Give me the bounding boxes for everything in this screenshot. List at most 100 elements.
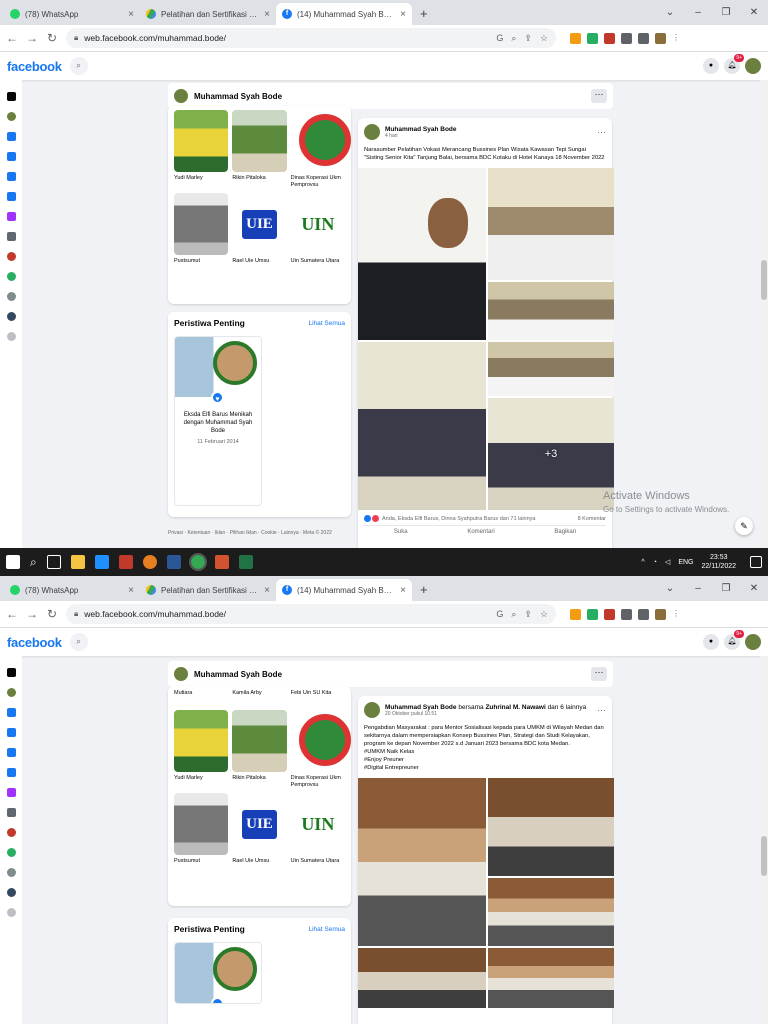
messenger-icon[interactable]: ●	[703, 634, 719, 650]
post-options-icon[interactable]: ···	[597, 705, 606, 715]
search-icon[interactable]: ⌕	[69, 633, 88, 651]
menu-grid-icon[interactable]	[6, 808, 16, 817]
lock-icon[interactable]: 🔒︎	[74, 33, 78, 43]
post-time[interactable]: 4 hari	[385, 133, 457, 139]
page-scrollbar[interactable]	[760, 80, 768, 548]
new-tab-button[interactable]: +	[412, 579, 436, 601]
profile-shortcut-icon[interactable]	[6, 688, 16, 697]
puzzle-icon[interactable]	[621, 608, 632, 620]
maximize-button[interactable]: ❐	[712, 583, 740, 594]
tab-search-button[interactable]: ⌄	[656, 583, 684, 594]
profile-avatar[interactable]	[174, 89, 188, 103]
watch-icon[interactable]	[6, 172, 16, 181]
friend-name[interactable]: Rael Uie Umsu	[232, 858, 286, 872]
back-icon[interactable]: ←	[6, 31, 18, 45]
minimize-button[interactable]: –	[684, 7, 712, 18]
chevron-up-icon[interactable]: ^	[641, 559, 644, 566]
forward-icon[interactable]: →	[26, 607, 38, 621]
post-photo[interactable]	[488, 282, 614, 340]
like-button[interactable]: Suka	[394, 529, 408, 535]
post-photo[interactable]	[358, 342, 486, 510]
tab-pelatihan[interactable]: Pelatihan dan Sertifikasi Pendam ×	[140, 579, 276, 601]
post-photo[interactable]	[488, 342, 614, 396]
watch-icon[interactable]	[6, 748, 16, 757]
close-tab-icon[interactable]: ×	[264, 585, 270, 596]
post-time[interactable]: 20 Oktober pukul 10.51	[385, 711, 586, 717]
extension-icon[interactable]	[570, 32, 581, 44]
friend-name[interactable]: Uin Sumatera Utara	[291, 258, 345, 272]
memories-icon[interactable]	[6, 768, 16, 777]
post-photo[interactable]	[358, 778, 486, 946]
search-icon[interactable]: ⌕	[30, 555, 37, 570]
post-photo[interactable]	[358, 168, 486, 340]
friend-name[interactable]: Pustsumut	[174, 258, 228, 272]
more-options-button[interactable]: ···	[591, 89, 607, 103]
friend-tile[interactable]: UIN Uin Sumatera Utara	[290, 193, 345, 272]
friend-photo[interactable]: UIN	[290, 793, 345, 855]
puzzle-icon[interactable]	[621, 32, 632, 44]
friend-photo[interactable]	[290, 710, 352, 772]
address-bar[interactable]: 🔒︎ web.facebook.com/muhammad.bode/ G ⌕ ⇪…	[66, 28, 556, 48]
author-avatar[interactable]	[364, 702, 380, 718]
home-icon[interactable]	[6, 92, 16, 101]
footer-links[interactable]: Privasi · Ketentuan · Iklan · Pilihan Ik…	[168, 530, 332, 536]
friend-name[interactable]: Kamila Arby	[232, 690, 286, 698]
saved-icon[interactable]	[6, 212, 16, 221]
friend-tile[interactable]: Yudi Marley	[174, 710, 229, 789]
facebook-logo[interactable]: facebook	[7, 635, 62, 650]
life-event-card[interactable]: ♥ Eksda Elfi Barus Menikah dengan Muhamm…	[174, 336, 262, 506]
group-icon[interactable]	[6, 848, 16, 857]
group-icon[interactable]	[6, 272, 16, 281]
lock-icon[interactable]: 🔒︎	[74, 609, 78, 619]
bookmark-star-icon[interactable]: ☆	[540, 33, 548, 44]
author-avatar[interactable]	[364, 124, 380, 140]
post-photo[interactable]	[358, 948, 486, 1008]
notifications-icon[interactable]: 🔔︎ 9+	[724, 54, 744, 74]
friends-icon[interactable]	[6, 132, 16, 141]
marketplace-icon[interactable]	[6, 728, 16, 737]
maximize-button[interactable]: ❐	[712, 7, 740, 18]
notification-center-icon[interactable]	[750, 556, 762, 568]
tagged-others[interactable]: dan 6 lainnya	[548, 704, 587, 711]
sidepanel-icon[interactable]	[638, 32, 649, 44]
friend-tile[interactable]: Dinas Koperasi Ukm Pemprovsu	[290, 110, 352, 189]
network-icon[interactable]: ◔	[653, 559, 657, 566]
chrome-icon[interactable]	[188, 553, 207, 571]
reload-icon[interactable]: ↻	[46, 607, 58, 621]
menu-grid-icon[interactable]	[6, 232, 16, 241]
friend-name[interactable]: Uin Sumatera Utara	[291, 858, 345, 872]
word-icon[interactable]	[166, 555, 181, 569]
friend-name[interactable]: Dinas Koperasi Ukm Pemprovsu	[291, 175, 345, 189]
google-lens-icon[interactable]: G	[496, 33, 503, 44]
friend-photo[interactable]	[174, 793, 229, 855]
saved-icon[interactable]	[6, 788, 16, 797]
friend-photo[interactable]	[174, 193, 229, 255]
hashtag[interactable]: #Enjoy Preuner	[364, 756, 606, 764]
home-icon[interactable]	[6, 668, 16, 677]
profile-name[interactable]: Muhammad Syah Bode	[194, 670, 282, 679]
post-photo-more[interactable]: +3	[488, 398, 614, 510]
friend-tile[interactable]: Dinas Koperasi Ukm Pemprovsu	[290, 710, 352, 789]
tab-facebook[interactable]: f (14) Muhammad Syah Bode | Fac ×	[276, 579, 412, 601]
url-text[interactable]: web.facebook.com/muhammad.bode/	[84, 609, 226, 619]
friend-name[interactable]: Yudi Marley	[174, 775, 228, 789]
tab-pelatihan[interactable]: Pelatihan dan Sertifikasi Pendam ×	[140, 3, 276, 25]
friend-photo[interactable]: UIE	[232, 793, 287, 855]
life-event-photo[interactable]	[175, 943, 261, 1003]
post-photo[interactable]	[488, 778, 614, 876]
comment-count[interactable]: 8 Komentar	[578, 516, 606, 522]
see-all-link[interactable]: Lihat Semua	[309, 320, 346, 327]
close-tab-icon[interactable]: ×	[400, 9, 406, 20]
app-icon[interactable]	[118, 555, 133, 569]
tab-whatsapp[interactable]: (78) WhatsApp ×	[4, 579, 140, 601]
volume-icon[interactable]: ◁	[665, 558, 670, 566]
close-window-button[interactable]: ✕	[740, 7, 768, 18]
friend-name[interactable]: Febi Uin SU Kita	[291, 690, 345, 698]
friend-photo[interactable]	[174, 110, 229, 172]
hashtag[interactable]: #Digital Entrepreuner	[364, 764, 606, 772]
more-photos-count[interactable]: +3	[545, 448, 558, 460]
bookmark-star-icon[interactable]: ☆	[540, 609, 548, 620]
friend-photo[interactable]	[232, 710, 287, 772]
friend-tile[interactable]: Pustsumut	[174, 793, 229, 872]
more-options-button[interactable]: ···	[591, 667, 607, 681]
